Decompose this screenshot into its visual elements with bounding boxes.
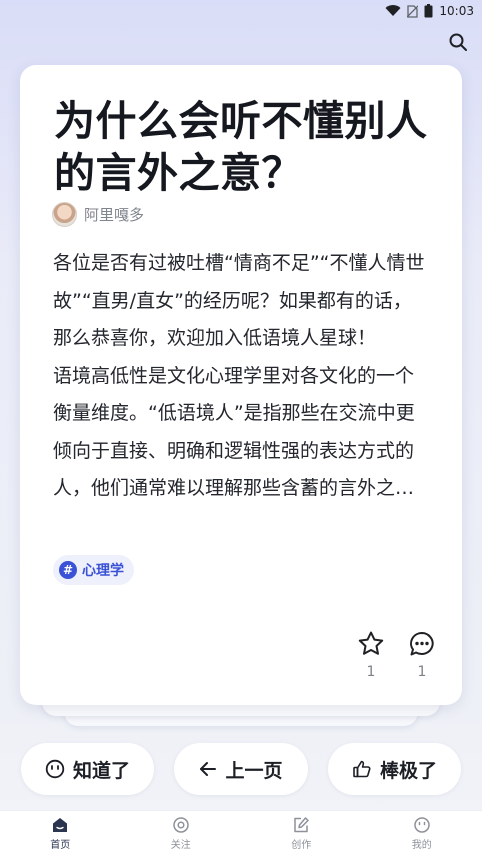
favorite-count: 1: [366, 664, 376, 680]
tab-follow-label: 关注: [170, 840, 191, 851]
author-info[interactable]: 阿里嘎多: [52, 202, 144, 227]
great-button[interactable]: 棒极了: [328, 743, 461, 795]
tab-create[interactable]: 创作: [241, 811, 362, 856]
comment-button[interactable]: 1: [402, 630, 442, 680]
status-bar: 10:03: [0, 0, 482, 22]
previous-page-label: 上一页: [225, 759, 283, 782]
clock: 10:03: [439, 4, 474, 18]
article-card[interactable]: 为什么会听不懂别人的言外之意？ 阿里嘎多 各位是否有过被吐槽“情商不足”“不懂人…: [20, 65, 462, 705]
article-paragraph-1: 各位是否有过被吐槽“情商不足”“不懂人情世故”“直男/直女”的经历呢？如果都有的…: [53, 252, 425, 349]
wifi-icon: [385, 5, 401, 17]
bottom-tab-bar: 首页 关注 创作 我的: [0, 810, 482, 856]
home-icon: [53, 818, 68, 832]
author-name: 阿里嘎多: [84, 206, 145, 224]
know-button[interactable]: 知道了: [21, 743, 154, 795]
avatar: [52, 202, 77, 227]
favorite-button[interactable]: 1: [351, 630, 391, 680]
previous-page-button[interactable]: 上一页: [174, 743, 308, 795]
battery-icon: [424, 4, 433, 18]
target-icon: [173, 817, 189, 833]
arrow-left-icon: [200, 762, 217, 776]
topic-tag[interactable]: # 心理学: [53, 555, 134, 585]
thumbs-up-icon: [353, 760, 371, 778]
topic-tag-label: 心理学: [82, 563, 124, 579]
search-button[interactable]: [446, 30, 470, 54]
neutral-face-icon: [45, 759, 65, 779]
search-icon: [449, 33, 467, 51]
comment-count: 1: [417, 664, 427, 680]
article-body: 各位是否有过被吐槽“情商不足”“不懂人情世故”“直男/直女”的经历呢？如果都有的…: [53, 245, 429, 545]
tab-home[interactable]: 首页: [0, 811, 121, 856]
article-paragraph-2: 语境高低性是文化心理学里对各文化的一个衡量维度。“低语境人”是指那些在交流中更倾…: [53, 364, 415, 500]
star-icon: [358, 631, 384, 655]
tab-mine-label: 我的: [411, 840, 432, 851]
great-button-label: 棒极了: [379, 759, 437, 782]
edit-icon: [294, 817, 309, 833]
article-title: 为什么会听不懂别人的言外之意？: [54, 97, 428, 197]
tab-home-label: 首页: [50, 840, 71, 851]
tab-mine[interactable]: 我的: [362, 811, 482, 856]
profile-face-icon: [414, 817, 430, 833]
tab-create-label: 创作: [291, 840, 312, 851]
no-sim-icon: [407, 4, 419, 18]
tab-follow[interactable]: 关注: [121, 811, 242, 856]
comment-icon: [410, 632, 434, 656]
hashtag-icon: #: [59, 561, 77, 579]
know-button-label: 知道了: [72, 759, 130, 782]
